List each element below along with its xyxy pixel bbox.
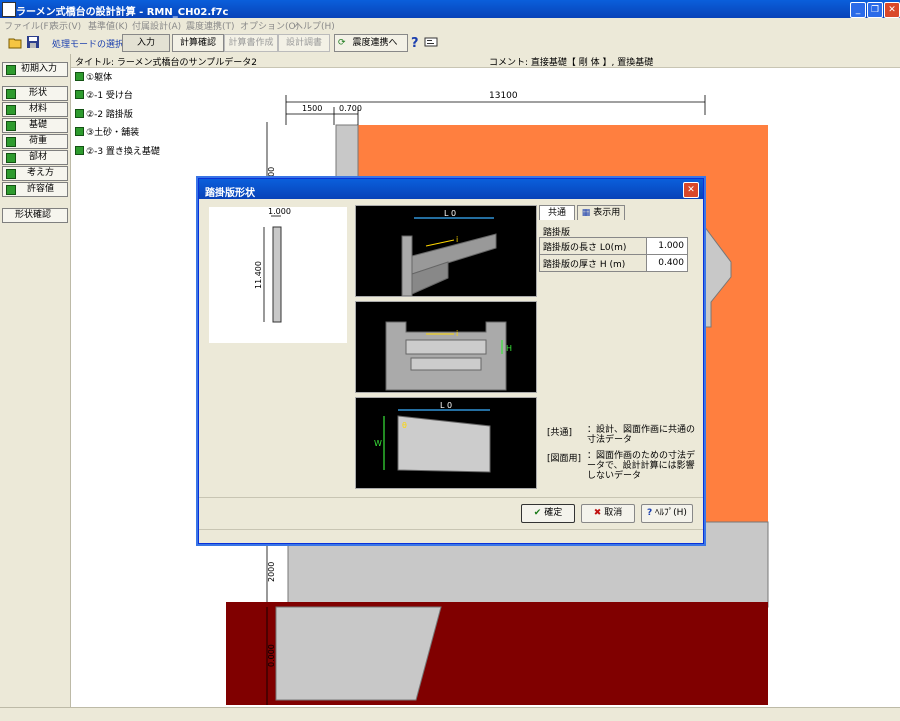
app-icon <box>2 2 16 17</box>
check-icon <box>6 105 16 115</box>
status-bar <box>0 707 900 721</box>
tab-common[interactable]: 共通 <box>539 205 575 220</box>
menu-bar: ファイル(F) 表示(V) 基準値(K) 付属設計(A) 震度連携(T) オプシ… <box>0 18 900 32</box>
minimize-icon[interactable]: _ <box>850 2 866 18</box>
dialog-close-icon[interactable]: ✕ <box>683 182 699 198</box>
button-divider <box>199 497 703 498</box>
nav-load[interactable]: 荷重 <box>2 134 68 149</box>
left-nav-panel: 初期入力 形状 材料 基礎 荷重 部材 考え方 許容値 形状確認 <box>0 54 71 720</box>
check-icon <box>6 89 16 99</box>
ok-button[interactable]: ✔ 確定 <box>521 504 575 523</box>
dialog-status <box>199 529 703 542</box>
save-icon[interactable] <box>26 35 40 49</box>
nav-initial-input[interactable]: 初期入力 <box>2 62 68 77</box>
cross-icon: ✖ <box>593 508 602 518</box>
row-label-thickness: 踏掛版の厚さ H (m) <box>539 254 647 272</box>
slab-params-table: 踏掛版の長さ L0(m) 1.000 踏掛版の厚さ H (m) 0.400 <box>539 237 688 272</box>
diagram1-l0: L 0 <box>444 209 456 218</box>
dim-b-label: 0.700 <box>339 104 362 113</box>
window-title: ラーメン式橋台の設計計算 - RMN_CH02.f7c <box>16 7 229 18</box>
length-input[interactable]: 1.000 <box>646 237 688 255</box>
chart-icon: ▦ <box>581 208 591 218</box>
title-bar: ラーメン式橋台の設計計算 - RMN_CH02.f7c _ ❐ ✕ <box>0 0 900 18</box>
check-icon <box>6 137 16 147</box>
menu-standard[interactable]: 基準値(K) <box>88 19 128 32</box>
diagram3-w: W <box>374 439 382 448</box>
note-common-text: ：設計、図面作画に共通の寸法データ <box>587 425 696 445</box>
mode-select-label: 処理モードの選択 <box>52 40 125 50</box>
diagram-section: i H <box>355 301 537 393</box>
help-button[interactable]: ? ﾍﾙﾌﾟ(H) <box>641 504 693 523</box>
nav-allowable[interactable]: 許容値 <box>2 182 68 197</box>
menu-view[interactable]: 表示(V) <box>50 19 81 32</box>
diagram-perspective: L 0 i <box>355 205 537 297</box>
nav-shape[interactable]: 形状 <box>2 86 68 101</box>
help-icon[interactable]: ? <box>408 35 422 51</box>
close-icon[interactable]: ✕ <box>884 2 900 18</box>
calc-confirm-button[interactable]: 計算確認 <box>172 34 224 52</box>
nav-material[interactable]: 材料 <box>2 102 68 117</box>
menu-attached-design[interactable]: 付属設計(A) <box>132 19 181 32</box>
diagram1-i: i <box>456 235 458 244</box>
seismic-link-button[interactable]: ⟳ 震度連携へ <box>334 34 408 52</box>
dialog-title-bar: 踏掛版形状 ✕ <box>199 179 703 199</box>
dim-total-label: 13100 <box>489 91 518 101</box>
input-mode-button[interactable]: 入力 <box>122 34 170 52</box>
check-icon <box>6 153 16 163</box>
nav-approach[interactable]: 考え方 <box>2 166 68 181</box>
check-icon <box>6 65 16 75</box>
note-common-key: [共通] <box>547 428 573 438</box>
menu-option[interactable]: オプション(O) <box>240 19 299 32</box>
check-mark-icon: ✔ <box>533 508 542 518</box>
slab-preview: 1.000 11.400 <box>209 207 347 343</box>
replacement-foundation <box>275 606 442 701</box>
check-icon <box>6 169 16 179</box>
thickness-input[interactable]: 0.400 <box>646 254 688 272</box>
maximize-icon[interactable]: ❐ <box>867 2 883 18</box>
table-row: 踏掛版の厚さ H (m) 0.400 <box>539 254 688 272</box>
svg-text:?: ? <box>411 36 419 49</box>
shape-confirm-button[interactable]: 形状確認 <box>2 208 68 223</box>
note-drawing-text: ：図面作画のための寸法データで、設計計算には影響しないデータ <box>587 451 696 481</box>
note-drawing-key: [図面用] <box>547 454 582 464</box>
check-icon <box>6 121 16 131</box>
preview-width-label: 1.000 <box>268 207 291 216</box>
table-row: 踏掛版の長さ L0(m) 1.000 <box>539 237 688 255</box>
row-label-length: 踏掛版の長さ L0(m) <box>539 237 647 255</box>
menu-help[interactable]: ヘルプ(H) <box>294 19 335 32</box>
approach-slab-dialog: 踏掛版形状 ✕ 1.000 11.400 L 0 i i H L 0 θ W 共… <box>198 178 704 544</box>
dim-low-label: 2000 <box>267 562 276 582</box>
calc-doc-button[interactable]: 計算書作成 <box>224 34 278 52</box>
preview-height-label: 11.400 <box>254 261 263 289</box>
menu-seismic[interactable]: 震度連携(T) <box>186 19 235 32</box>
diagram2-i: i <box>456 329 458 338</box>
cancel-button[interactable]: ✖ 取消 <box>581 504 635 523</box>
sync-icon: ⟳ <box>338 38 346 48</box>
diagram2-h: H <box>506 344 512 353</box>
check-icon <box>6 185 16 195</box>
dialog-title: 踏掛版形状 <box>205 188 255 199</box>
question-icon: ? <box>647 508 653 518</box>
dim-bottom-label: 0.000 <box>267 644 276 667</box>
diagram3-l0: L 0 <box>440 401 452 410</box>
dim-a-label: 1500 <box>302 104 322 113</box>
diagram3-theta: θ <box>402 421 407 430</box>
open-folder-icon[interactable] <box>8 35 22 49</box>
nav-member[interactable]: 部材 <box>2 150 68 165</box>
toolbar: 処理モードの選択 入力 計算確認 計算書作成 設計調書 ⟳ 震度連携へ ? <box>0 32 900 55</box>
info-bar: タイトル: ラーメン式橋台のサンプルデータ2 コメント: 直接基礎【 剛 体 】… <box>71 54 900 68</box>
design-doc-button[interactable]: 設計調書 <box>278 34 330 52</box>
menu-file[interactable]: ファイル(F) <box>4 19 52 32</box>
nav-foundation[interactable]: 基礎 <box>2 118 68 133</box>
tab-display[interactable]: ▦ 表示用 <box>577 205 625 220</box>
info-card-icon[interactable] <box>424 35 438 49</box>
diagram-angle: L 0 θ W <box>355 397 537 489</box>
